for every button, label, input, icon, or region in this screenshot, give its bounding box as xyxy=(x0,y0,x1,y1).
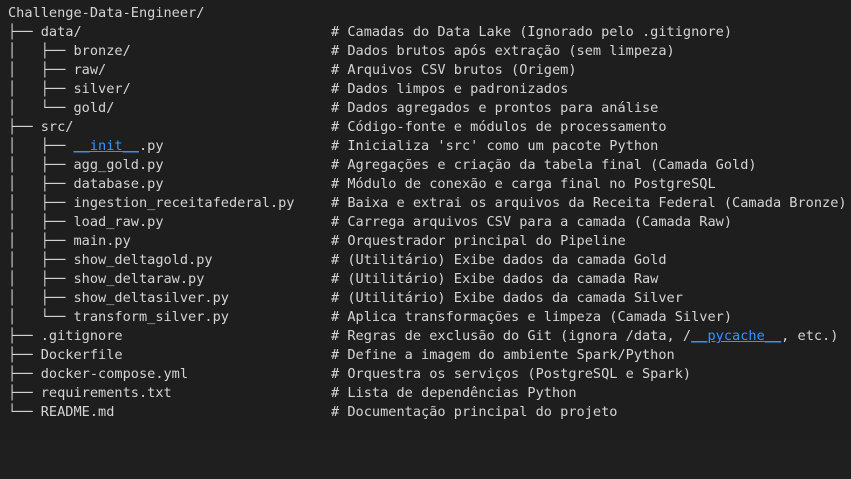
tree-entry: │ ├── ingestion_receitafederal.py xyxy=(8,195,295,211)
tree-line-transform-silver: │ └── transform_silver.py # Aplica trans… xyxy=(0,308,851,327)
tree-comment: # Dados limpos e padronizados xyxy=(331,81,569,97)
tree-comment: # Arquivos CSV brutos (Origem) xyxy=(331,62,577,78)
tree-comment: # Código-fonte e módulos de processament… xyxy=(331,119,667,135)
init-link[interactable]: __init__ xyxy=(73,138,138,154)
tree-comment: # (Utilitário) Exibe dados da camada Gol… xyxy=(331,252,667,268)
tree-comment: # Lista de dependências Python xyxy=(331,385,577,401)
tree-entry: │ ├── bronze/ xyxy=(8,43,131,59)
tree-comment: # Aplica transformações e limpeza (Camad… xyxy=(331,309,733,325)
tree-comment: # Orquestrador principal do Pipeline xyxy=(331,233,626,249)
tree-line-show-deltagold: │ ├── show_deltagold.py # (Utilitário) E… xyxy=(0,251,851,270)
tree-comment: # (Utilitário) Exibe dados da camada Raw xyxy=(331,271,659,287)
tree-entry: │ └── gold/ xyxy=(8,100,115,116)
tree-entry: │ ├── load_raw.py xyxy=(8,214,164,230)
pycache-link[interactable]: __pycache__ xyxy=(691,328,781,344)
tree-comment: # Inicializa 'src' como um pacote Python xyxy=(331,138,659,154)
code-block: Challenge-Data-Engineer/ ├── data/ # Cam… xyxy=(0,0,851,441)
tree-comment: # Carrega arquivos CSV para a camada (Ca… xyxy=(331,214,733,230)
tree-entry: │ ├── main.py xyxy=(8,233,131,249)
tree-entry: │ ├── show_deltagold.py xyxy=(8,252,213,268)
tree-entry: ├── data/ xyxy=(8,24,82,40)
tree-entry: ├── Dockerfile xyxy=(8,347,123,363)
tree-entry: │ ├── raw/ xyxy=(8,62,107,78)
tree-comment: # Módulo de conexão e carga final no Pos… xyxy=(331,176,716,192)
comment-prefix: # Regras de exclusão do Git (ignora /dat… xyxy=(331,328,692,344)
tree-entry: │ ├── agg_gold.py xyxy=(8,157,164,173)
root-line: Challenge-Data-Engineer/ xyxy=(0,4,851,23)
tree-entry: │ ├── show_deltasilver.py xyxy=(8,290,229,306)
root-folder-name: Challenge-Data-Engineer/ xyxy=(8,5,205,21)
tree-line-requirements: ├── requirements.txt # Lista de dependên… xyxy=(0,384,851,403)
tree-comment: # Agregações e criação da tabela final (… xyxy=(331,157,757,173)
tree-line-load-raw: │ ├── load_raw.py # Carrega arquivos CSV… xyxy=(0,213,851,232)
tree-entry: └── README.md xyxy=(8,404,115,420)
tree-entry: ├── .gitignore xyxy=(8,328,123,344)
tree-line-main: │ ├── main.py # Orquestrador principal d… xyxy=(0,232,851,251)
tree-line-raw: │ ├── raw/ # Arquivos CSV brutos (Origem… xyxy=(0,61,851,80)
tree-line-show-deltasilver: │ ├── show_deltasilver.py # (Utilitário)… xyxy=(0,289,851,308)
tree-line-show-deltaraw: │ ├── show_deltaraw.py # (Utilitário) Ex… xyxy=(0,270,851,289)
tree-comment: # Orquestra os serviços (PostgreSQL e Sp… xyxy=(331,366,692,382)
tree-line-ingestion: │ ├── ingestion_receitafederal.py # Baix… xyxy=(0,194,851,213)
tree-line-silver: │ ├── silver/ # Dados limpos e padroniza… xyxy=(0,80,851,99)
tree-comment: # Regras de exclusão do Git (ignora /dat… xyxy=(331,327,838,346)
tree-line-data: ├── data/ # Camadas do Data Lake (Ignora… xyxy=(0,23,851,42)
tree-line-bronze: │ ├── bronze/ # Dados brutos após extraç… xyxy=(0,42,851,61)
tree-comment: # Camadas do Data Lake (Ignorado pelo .g… xyxy=(331,24,733,40)
tree-line-docker-compose: ├── docker-compose.yml # Orquestra os se… xyxy=(0,365,851,384)
tree-comment: # Dados brutos após extração (sem limpez… xyxy=(331,43,675,59)
comment-suffix: , etc.) xyxy=(781,328,839,344)
tree-line-src: ├── src/ # Código-fonte e módulos de pro… xyxy=(0,118,851,137)
tree-comment: # (Utilitário) Exibe dados da camada Sil… xyxy=(331,290,683,306)
tree-entry: │ ├── silver/ xyxy=(8,81,131,97)
tree-line-dockerfile: ├── Dockerfile # Define a imagem do ambi… xyxy=(0,346,851,365)
tree-line-readme: └── README.md # Documentação principal d… xyxy=(0,403,851,422)
tree-line-gitignore: ├── .gitignore # Regras de exclusão do G… xyxy=(0,327,851,346)
tree-comment: # Documentação principal do projeto xyxy=(331,404,618,420)
tree-entry: ├── docker-compose.yml xyxy=(8,366,189,382)
tree-comment: # Dados agregados e prontos para análise xyxy=(331,100,659,116)
tree-suffix: .py xyxy=(138,138,164,154)
tree-entry: ├── src/ xyxy=(8,119,74,135)
tree-entry: ├── requirements.txt xyxy=(8,385,172,401)
tree-entry: │ ├── __init__.py xyxy=(8,137,164,156)
tree-line-init: │ ├── __init__.py # Inicializa 'src' com… xyxy=(0,137,851,156)
tree-line-gold: │ └── gold/ # Dados agregados e prontos … xyxy=(0,99,851,118)
tree-entry: │ ├── show_deltaraw.py xyxy=(8,271,205,287)
tree-line-agg-gold: │ ├── agg_gold.py # Agregações e criação… xyxy=(0,156,851,175)
tree-entry: │ └── transform_silver.py xyxy=(8,309,229,325)
tree-prefix: │ ├── xyxy=(8,138,74,154)
tree-line-database: │ ├── database.py # Módulo de conexão e … xyxy=(0,175,851,194)
tree-comment: # Baixa e extrai os arquivos da Receita … xyxy=(331,195,847,211)
tree-comment: # Define a imagem do ambiente Spark/Pyth… xyxy=(331,347,675,363)
tree-entry: │ ├── database.py xyxy=(8,176,164,192)
